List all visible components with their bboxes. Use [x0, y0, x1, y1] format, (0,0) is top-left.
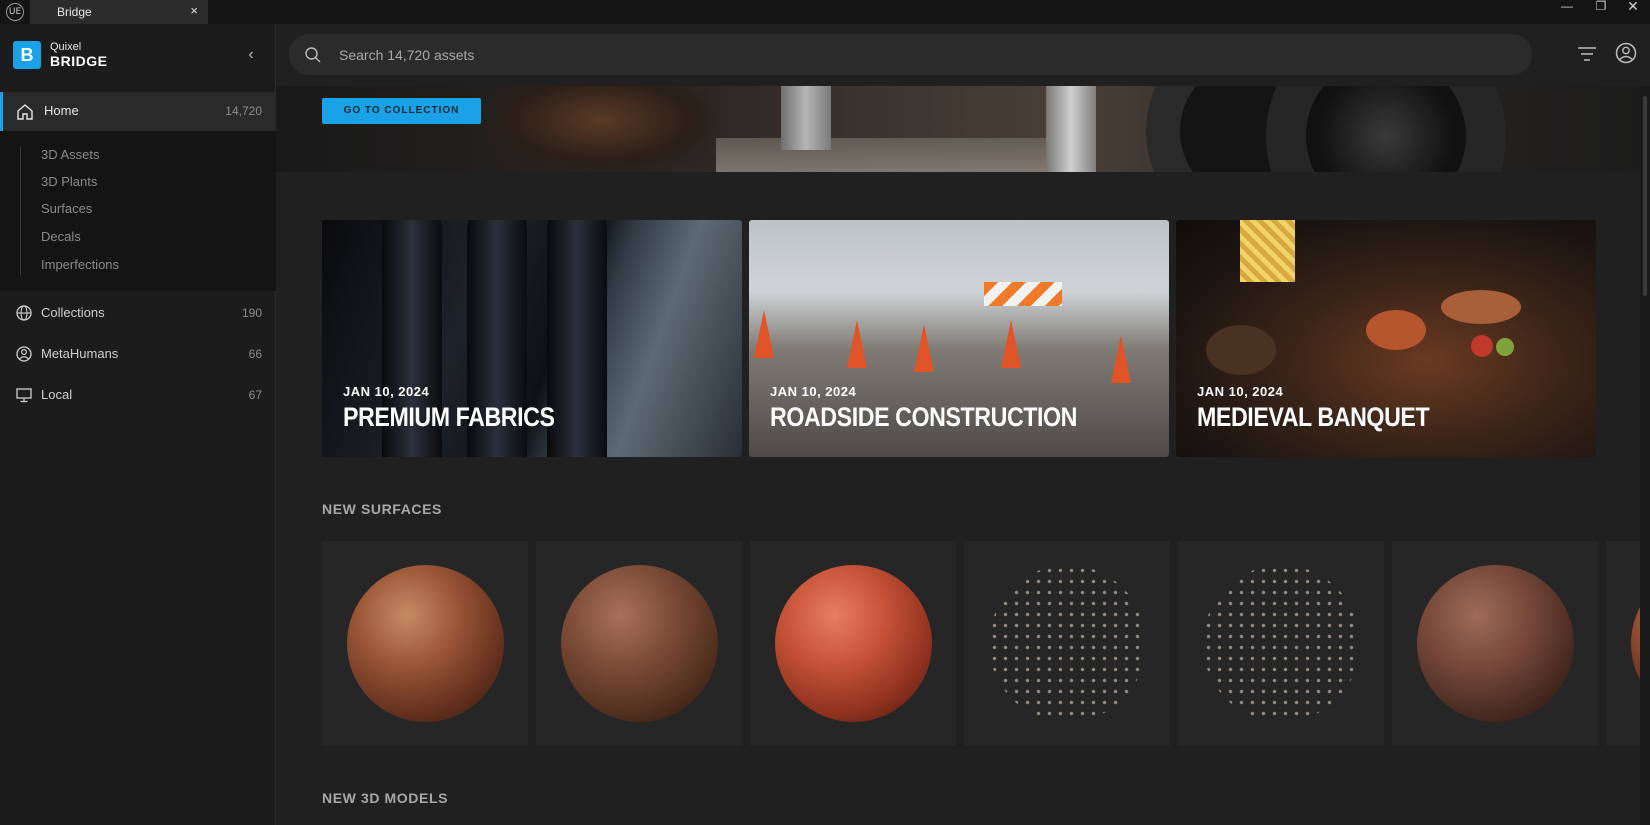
brand-name-line1: Quixel [50, 41, 82, 53]
card-date: JAN 10, 2024 [770, 384, 857, 399]
sidebar-item-home[interactable]: Home 14,720 [0, 92, 276, 131]
sidebar-item-collections[interactable]: Collections 190 [0, 294, 276, 332]
card-date: JAN 10, 2024 [343, 384, 430, 399]
surface-preview [561, 565, 718, 722]
tab-close-icon[interactable]: × [190, 3, 198, 18]
restore-icon: ❐ [1595, 0, 1607, 13]
card-title: ROADSIDE CONSTRUCTION [770, 402, 1078, 432]
featured-collections: JAN 10, 2024 PREMIUM FABRICS JAN 10, 202… [322, 220, 1597, 457]
featured-card-roadside-construction[interactable]: JAN 10, 2024 ROADSIDE CONSTRUCTION [749, 220, 1169, 457]
account-icon[interactable] [1614, 41, 1638, 65]
unreal-engine-icon[interactable]: UE [6, 3, 24, 21]
sidebar-item-collections-label: Collections [41, 305, 105, 320]
surface-tile[interactable] [536, 541, 742, 746]
close-icon: ✕ [1627, 0, 1639, 14]
surface-tile[interactable] [322, 541, 528, 746]
minimize-button[interactable]: — [1552, 0, 1582, 24]
traffic-cone [914, 324, 934, 372]
surface-tile[interactable] [964, 541, 1170, 746]
globe-icon [16, 305, 32, 321]
traffic-cone [754, 310, 774, 358]
go-to-collection-button[interactable]: GO TO COLLECTION [322, 98, 481, 124]
minimize-icon: — [1561, 0, 1573, 13]
main-content: GO TO COLLECTION JAN 10, 2024 PREMIUM FA… [276, 24, 1650, 825]
card-title: PREMIUM FABRICS [343, 402, 555, 432]
sidebar-item-home-count: 14,720 [225, 104, 262, 118]
section-title-new-3d-models: NEW 3D MODELS [322, 790, 449, 806]
bread [1206, 325, 1276, 375]
hero-wheel [1266, 86, 1506, 172]
title-bar: UE Bridge × — ❐ ✕ [0, 0, 1650, 24]
sidebar-item-metahumans-label: MetaHumans [41, 346, 119, 361]
hero-barrel [781, 86, 831, 150]
sidebar-item-local-label: Local [41, 387, 73, 402]
chevron-left-icon: ‹ [248, 46, 254, 63]
surface-preview [347, 565, 504, 722]
tab-title: Bridge [57, 5, 92, 19]
card-title: MEDIEVAL BANQUET [1197, 402, 1430, 432]
surface-tile[interactable] [1178, 541, 1384, 746]
surface-preview [775, 565, 932, 722]
road-barrier [984, 282, 1062, 306]
subnav-item-3d-plants[interactable]: 3D Plants [41, 174, 97, 189]
hero-banner[interactable]: GO TO COLLECTION [276, 86, 1650, 172]
hero-gravel [716, 138, 1096, 172]
fabric-fold [547, 220, 607, 457]
home-subnav: 3D Assets 3D Plants Surfaces Decals Impe… [0, 131, 276, 291]
sidebar-item-local[interactable]: Local 67 [0, 376, 276, 414]
featured-card-medieval-banquet[interactable]: JAN 10, 2024 MEDIEVAL BANQUET [1176, 220, 1596, 457]
traffic-cone [1111, 335, 1131, 383]
search-input[interactable] [339, 34, 1489, 75]
surface-tile[interactable] [1392, 541, 1598, 746]
sidebar-item-metahumans-count: 66 [248, 347, 262, 361]
bridge-logo-icon: B [13, 41, 41, 69]
traffic-cone [847, 320, 867, 368]
monitor-icon [16, 388, 32, 403]
surface-preview [989, 565, 1146, 722]
user-circle-icon [16, 346, 32, 362]
apple [1496, 338, 1514, 356]
bread [1441, 290, 1521, 324]
sidebar: B Quixel BRIDGE ‹ Home 14,720 3D Assets … [0, 24, 276, 825]
main-scrollbar[interactable] [1640, 86, 1650, 825]
tab-bridge[interactable]: Bridge × [30, 0, 208, 24]
featured-card-premium-fabrics[interactable]: JAN 10, 2024 PREMIUM FABRICS [322, 220, 742, 457]
scroll-thumb[interactable] [1643, 96, 1647, 296]
sidebar-item-local-count: 67 [248, 388, 262, 402]
search-icon [305, 47, 321, 63]
lantern [1240, 220, 1295, 282]
brand-name-line2: BRIDGE [50, 53, 108, 69]
collapse-sidebar-button[interactable]: ‹ [240, 44, 262, 66]
new-surfaces-row [322, 541, 1650, 746]
surface-tile[interactable] [750, 541, 956, 746]
subnav-item-imperfections[interactable]: Imperfections [41, 257, 119, 272]
subnav-item-surfaces[interactable]: Surfaces [41, 201, 92, 216]
sidebar-item-home-label: Home [44, 103, 79, 118]
surface-preview [1417, 565, 1574, 722]
close-window-button[interactable]: ✕ [1618, 0, 1648, 24]
hero-pipe [1046, 86, 1096, 172]
section-title-new-surfaces: NEW SURFACES [322, 501, 442, 517]
hero-rust-pile [486, 86, 716, 172]
sidebar-item-metahumans[interactable]: MetaHumans 66 [0, 335, 276, 373]
subnav-item-decals[interactable]: Decals [41, 229, 81, 244]
subnav-divider [20, 147, 21, 275]
traffic-cone [1001, 320, 1021, 368]
search-bar[interactable] [289, 34, 1532, 75]
bread [1366, 310, 1426, 350]
maximize-button[interactable]: ❐ [1586, 0, 1616, 24]
home-icon [17, 104, 33, 120]
card-date: JAN 10, 2024 [1197, 384, 1284, 399]
subnav-item-3d-assets[interactable]: 3D Assets [41, 147, 100, 162]
sidebar-item-collections-count: 190 [241, 306, 262, 320]
filter-icon[interactable] [1576, 43, 1598, 65]
apple [1471, 335, 1493, 357]
surface-preview [1203, 565, 1360, 722]
